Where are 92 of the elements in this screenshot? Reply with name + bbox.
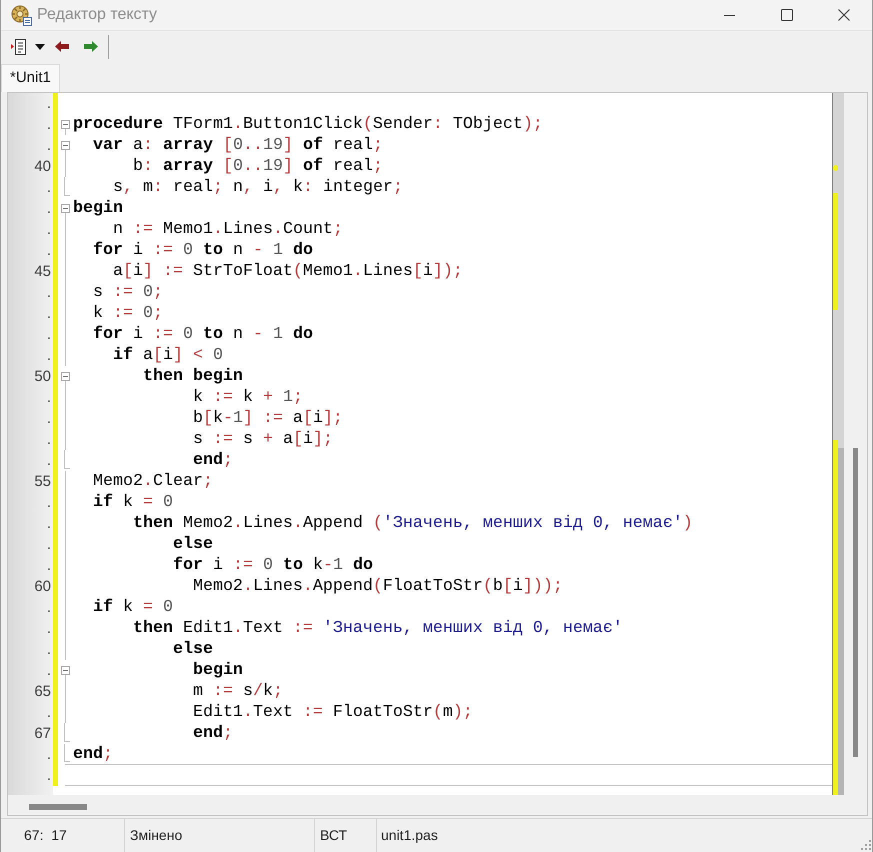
- line-number: 50: [34, 367, 51, 387]
- insert-mode: ВСТ: [320, 826, 348, 845]
- scrollbar-thumb[interactable]: [853, 448, 858, 757]
- editor-tab[interactable]: *Unit1: [1, 64, 60, 92]
- minus-box-icon[interactable]: [60, 120, 70, 129]
- minus-box-icon[interactable]: [60, 204, 70, 213]
- line-number: .: [46, 220, 51, 240]
- line-number: 67: [34, 724, 51, 744]
- line-number: 45: [34, 262, 51, 282]
- line-number: .: [46, 346, 51, 366]
- line-number: 65: [34, 682, 51, 702]
- line-number: .: [46, 619, 51, 639]
- line-number: .: [46, 556, 51, 576]
- line-number: .: [46, 451, 51, 471]
- change-marker-icon: [833, 165, 838, 171]
- line-number: .: [46, 640, 51, 660]
- line-number: 55: [34, 472, 51, 492]
- line-number: .: [46, 703, 51, 723]
- line-number: .: [46, 430, 51, 450]
- code-line: a[i] := StrToFloat(Memo1.Lines[i]);: [112, 261, 463, 282]
- code-line: n := Memo1.Lines.Count;: [112, 219, 343, 240]
- code-line: Memo2.Lines.Append(FloatToStr(b[i]));: [192, 576, 563, 597]
- left-arrow-icon[interactable]: [55, 41, 69, 52]
- code-line: Edit1.Text := FloatToStr(m);: [192, 702, 473, 723]
- code-line: b: array [0..19] of real;: [132, 156, 383, 177]
- code-line: s := 0;: [93, 282, 163, 303]
- resize-grip-icon[interactable]: [861, 840, 871, 850]
- line-number: .: [46, 304, 51, 324]
- close-icon[interactable]: [838, 9, 850, 21]
- code-line: b[k-1] := a[i];: [192, 408, 343, 429]
- code-line: else: [172, 534, 213, 555]
- line-number: .: [46, 325, 51, 345]
- modified-status: Змінено: [130, 826, 182, 845]
- file-name: unit1.pas: [381, 826, 438, 845]
- line-number: .: [46, 388, 51, 408]
- code-line: for i := 0 to n - 1 do: [93, 324, 313, 345]
- line-number: .: [46, 136, 51, 156]
- maximize-icon[interactable]: [780, 9, 792, 21]
- code-line: k := k + 1;: [192, 387, 303, 408]
- caret-icon[interactable]: [35, 44, 45, 50]
- line-number: 40: [34, 157, 51, 177]
- minimize-icon[interactable]: [724, 14, 735, 16]
- horizontal-scrollbar[interactable]: [8, 795, 867, 815]
- change-marker-icon: [833, 440, 838, 795]
- line-number: .: [46, 535, 51, 555]
- line-number: .: [46, 598, 51, 618]
- line-number: .: [46, 493, 51, 513]
- minus-box-icon[interactable]: [60, 141, 70, 150]
- code-line: else: [172, 639, 213, 660]
- line-number: .: [46, 766, 51, 786]
- minus-box-icon[interactable]: [60, 372, 70, 381]
- code-line: k := 0;: [93, 303, 163, 324]
- line-number: .: [46, 94, 51, 114]
- change-marker-icon: [833, 193, 838, 310]
- code-line: begin: [73, 198, 123, 219]
- app-icon: [10, 4, 32, 26]
- code-line: s, m: real; n, i, k: integer;: [112, 177, 403, 198]
- right-arrow-icon[interactable]: [84, 41, 98, 52]
- code-line: end;: [192, 450, 233, 471]
- code-line: for i := 0 to k-1 do: [172, 555, 373, 576]
- line-number: .: [46, 745, 51, 765]
- line-number: .: [46, 283, 51, 303]
- line-number: .: [46, 661, 51, 681]
- code-line: if a[i] < 0: [112, 345, 223, 366]
- vertical-scrollbar[interactable]: [844, 93, 867, 795]
- fold-guide-line: [64, 744, 70, 762]
- code-line: end;: [192, 723, 233, 744]
- line-number: .: [46, 514, 51, 534]
- line-number: .: [46, 409, 51, 429]
- code-line: m := s/k;: [192, 681, 283, 702]
- line-number: .: [46, 115, 51, 135]
- code-line: var a: array [0..19] of real;: [93, 135, 383, 156]
- code-line: s := s + a[i];: [192, 429, 333, 450]
- scrollbar-thumb[interactable]: [29, 804, 87, 810]
- code-line: then begin: [142, 366, 243, 387]
- minus-box-icon[interactable]: [60, 666, 70, 675]
- code-line: for i := 0 to n - 1 do: [93, 240, 313, 261]
- cursor-position: 67: 17: [24, 826, 67, 845]
- code-line: if k = 0: [93, 597, 173, 618]
- code-line: end;: [73, 744, 113, 765]
- line-number: .: [46, 241, 51, 261]
- code-line: procedure TForm1.Button1Click(Sender: TObject);: [73, 114, 543, 135]
- line-number: .: [46, 199, 51, 219]
- code-line: if k = 0: [93, 492, 173, 513]
- code-line: Memo2.Clear;: [93, 471, 213, 492]
- line-number: .: [46, 178, 51, 198]
- window-title: Редактор тексту: [37, 5, 158, 25]
- code-line: begin: [192, 660, 243, 681]
- code-line: then Memo2.Lines.Append ('Значень, менших від 0, немає'): [132, 513, 693, 534]
- line-number: 60: [34, 577, 51, 597]
- code-line: then Edit1.Text := 'Значень, менших від 0, немає': [132, 618, 623, 639]
- document-lines-icon[interactable]: [11, 38, 27, 56]
